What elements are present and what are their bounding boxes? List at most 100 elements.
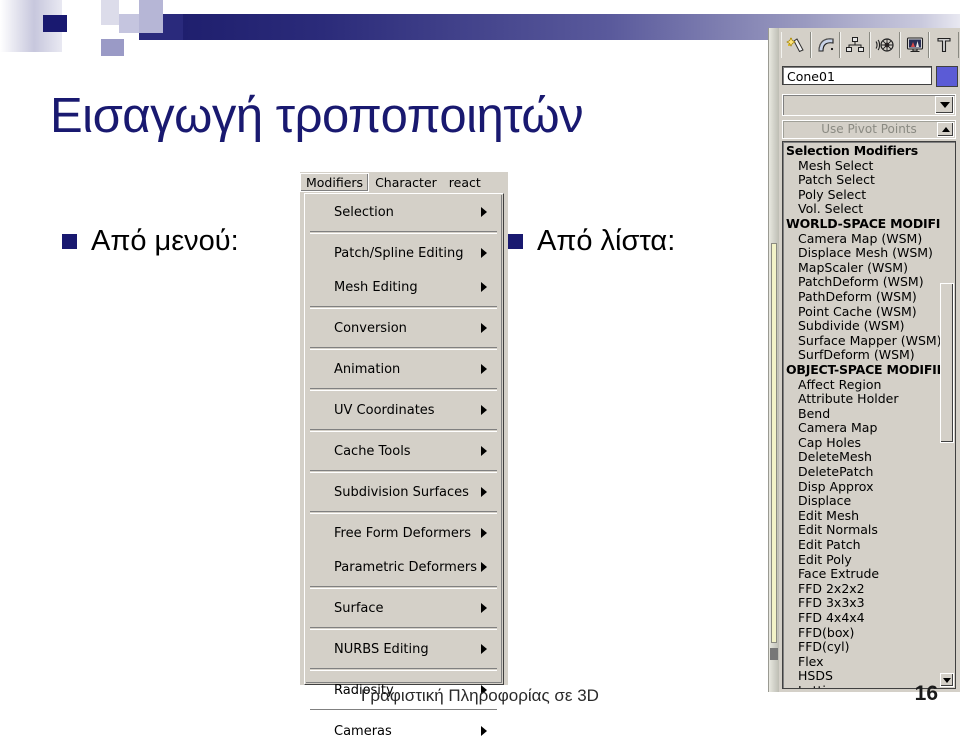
- utilities-tab[interactable]: [929, 32, 960, 58]
- modifier-list-item[interactable]: Subdivide (WSM): [786, 319, 936, 334]
- submenu-arrow-icon: [481, 446, 487, 456]
- menu-item-subdivision-surfaces[interactable]: Subdivision Surfaces: [306, 475, 501, 509]
- bullet-item-from-menu: Από μενού:: [62, 224, 239, 258]
- modifier-list-item[interactable]: Displace Mesh (WSM): [786, 246, 936, 261]
- page-title: Εισαγωγή τροποποιητών: [50, 89, 584, 143]
- modifier-list-items: Selection Modifiers Mesh Select Patch Sele…: [786, 143, 949, 688]
- modifier-list-item[interactable]: Flex: [786, 654, 936, 670]
- menu-item-free-form-deformers[interactable]: Free Form Deformers: [306, 516, 501, 550]
- modifier-list-item[interactable]: Disp Approx: [786, 479, 936, 495]
- chevron-up-icon[interactable]: [937, 122, 954, 137]
- modifier-list-item[interactable]: DeletePatch: [786, 464, 936, 480]
- modify-tab[interactable]: [810, 32, 841, 58]
- modifier-list-item[interactable]: Affect Region: [786, 377, 936, 393]
- header-square-4: [139, 0, 163, 33]
- modifier-group-header: WORLD-SPACE MODIFIE: [786, 215, 949, 231]
- modifier-list-item[interactable]: Bend: [786, 406, 936, 422]
- modifier-list-item[interactable]: Point Cache (WSM): [786, 304, 936, 320]
- modifier-list-item[interactable]: Patch Select: [786, 173, 936, 188]
- panel-scroll-grip[interactable]: [770, 648, 778, 660]
- scrollbar-thumb[interactable]: [940, 283, 954, 443]
- bullet-square-icon: [508, 233, 523, 249]
- create-tab[interactable]: [781, 32, 811, 58]
- menu-item-label: Conversion: [334, 320, 407, 336]
- max-modifiers-menu-screenshot: Modifiers Character react Selection Patch/S…: [300, 172, 508, 739]
- menu-item-label: Mesh Editing: [334, 279, 418, 295]
- object-color-swatch[interactable]: [936, 66, 958, 87]
- modifier-list-item[interactable]: FFD(cyl): [786, 640, 936, 655]
- modifier-list-item[interactable]: MapScaler (WSM): [786, 260, 936, 276]
- modifier-list-scrollbar[interactable]: [940, 143, 954, 687]
- modifier-list-item[interactable]: Camera Map (WSM): [786, 231, 936, 247]
- menu-item-mesh-editing[interactable]: Mesh Editing: [306, 270, 501, 304]
- panel-vertical-scrollbar[interactable]: [771, 243, 777, 643]
- menubar-item-modifiers[interactable]: Modifiers: [300, 173, 370, 192]
- menu-item-selection[interactable]: Selection: [306, 195, 501, 229]
- modifier-list-item[interactable]: DeleteMesh: [786, 450, 936, 465]
- modifier-list-item[interactable]: PatchDeform (WSM): [786, 275, 936, 290]
- bullet-label: Από μενού:: [91, 225, 239, 257]
- modifier-list-item[interactable]: Edit Poly: [786, 552, 936, 568]
- display-tab[interactable]: [899, 32, 930, 58]
- triangle-down-glyph: [943, 677, 951, 683]
- menu-separator: [310, 429, 497, 432]
- header-square-3: [119, 0, 139, 15]
- modifier-list-item[interactable]: Face Extrude: [786, 567, 936, 582]
- scroll-down-arrow-icon[interactable]: [940, 673, 954, 687]
- menu-item-surface[interactable]: Surface: [306, 591, 501, 625]
- chevron-down-icon[interactable]: [935, 96, 954, 114]
- object-name-field[interactable]: Cone01: [782, 66, 932, 85]
- modifier-list-item[interactable]: Poly Select: [786, 187, 936, 203]
- wheel-icon: [875, 36, 895, 54]
- menubar-item-react[interactable]: react: [443, 173, 487, 192]
- submenu-arrow-icon: [481, 603, 487, 613]
- menu-item-cameras[interactable]: Cameras: [306, 714, 501, 748]
- menu-item-parametric-deformers[interactable]: Parametric Deformers: [306, 550, 501, 584]
- modifier-list-item[interactable]: Vol. Select: [786, 202, 936, 217]
- menu-separator: [310, 511, 497, 514]
- modifier-list-dropdown[interactable]: Selection Modifiers Mesh Select Patch Sele…: [782, 141, 956, 689]
- menu-item-patch-spline-editing[interactable]: Patch/Spline Editing: [306, 236, 501, 270]
- modifier-list-item[interactable]: Camera Map: [786, 421, 936, 436]
- menu-item-label: Selection: [334, 204, 394, 220]
- modifier-list-item[interactable]: FFD 3x3x3: [786, 596, 936, 611]
- modifier-list-item[interactable]: Attribute Holder: [786, 391, 936, 407]
- modifier-list-combobox[interactable]: [782, 94, 956, 116]
- submenu-arrow-icon: [481, 405, 487, 415]
- modifier-list-item[interactable]: FFD(box): [786, 625, 936, 641]
- modifier-list-item[interactable]: Displace: [786, 494, 936, 509]
- motion-tab[interactable]: [870, 32, 900, 58]
- submenu-arrow-icon: [481, 487, 487, 497]
- menu-separator: [310, 388, 497, 391]
- use-pivot-points-button[interactable]: Use Pivot Points: [782, 120, 956, 139]
- triangle-down-glyph: [939, 102, 950, 108]
- menu-item-animation[interactable]: Animation: [306, 352, 501, 386]
- modifier-list-item[interactable]: SurfDeform (WSM): [786, 348, 936, 363]
- header-square-6: [119, 14, 139, 33]
- modifier-list-item[interactable]: HSDS: [786, 669, 936, 684]
- menu-item-conversion[interactable]: Conversion: [306, 311, 501, 345]
- menubar-item-character[interactable]: Character: [369, 173, 443, 192]
- menu-item-nurbs-editing[interactable]: NURBS Editing: [306, 632, 501, 666]
- hierarchy-tab[interactable]: [840, 32, 871, 58]
- modifier-group-header: OBJECT-SPACE MODIFIE: [786, 361, 945, 377]
- menu-item-cache-tools[interactable]: Cache Tools: [306, 434, 501, 468]
- modifier-list-item[interactable]: PathDeform (WSM): [786, 289, 936, 305]
- modifier-list-item[interactable]: Surface Mapper (WSM): [786, 333, 942, 349]
- modifier-list-item[interactable]: FFD 2x2x2: [786, 581, 936, 597]
- submenu-arrow-icon: [481, 528, 487, 538]
- modifier-list-item[interactable]: FFD 4x4x4: [786, 610, 936, 626]
- modifier-list-item[interactable]: Cap Holes: [786, 435, 936, 451]
- menu-separator: [310, 668, 497, 671]
- submenu-arrow-icon: [481, 282, 487, 292]
- page-number: 16: [914, 682, 938, 705]
- modifier-list-item[interactable]: Edit Patch: [786, 537, 936, 553]
- modifier-list-item[interactable]: Edit Mesh: [786, 508, 936, 524]
- modifier-list-item[interactable]: Edit Normals: [786, 523, 936, 538]
- hierarchy-icon: [845, 36, 865, 54]
- menu-item-uv-coordinates[interactable]: UV Coordinates: [306, 393, 501, 427]
- panel-tab-strip[interactable]: [781, 32, 960, 58]
- modifier-list-item[interactable]: Mesh Select: [786, 158, 936, 174]
- footer-text: Γραφιστική Πληροφορίας σε 3D: [361, 686, 599, 705]
- menu-item-label: Cameras: [334, 723, 392, 739]
